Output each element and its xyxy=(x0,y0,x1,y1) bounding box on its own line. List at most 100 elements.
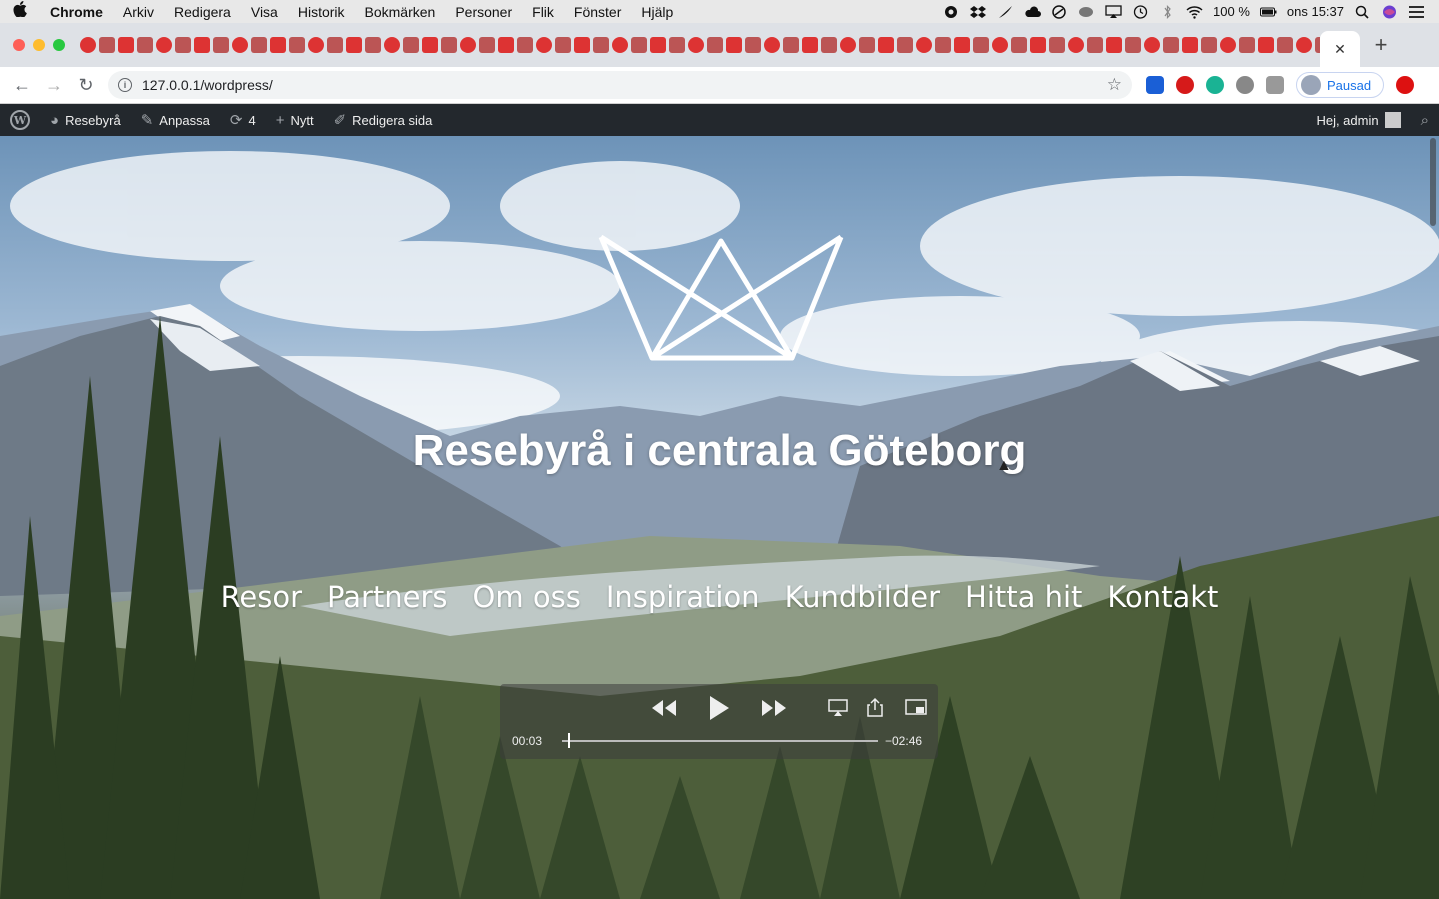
extension-upload-icon[interactable] xyxy=(1396,76,1415,94)
pinned-tab-favicon[interactable] xyxy=(1030,37,1046,53)
wp-customize[interactable]: ✎ Anpassa xyxy=(131,104,220,136)
pinned-tab-favicon[interactable] xyxy=(1106,37,1122,53)
battery-icon[interactable] xyxy=(1259,5,1277,19)
nav-hitta-hit[interactable]: Hitta hit xyxy=(965,580,1082,614)
pinned-tab-favicon[interactable] xyxy=(707,37,723,53)
menu-bokmarken[interactable]: Bokmärken xyxy=(355,4,446,20)
pinned-tab-favicon[interactable] xyxy=(479,37,495,53)
menu-flik[interactable]: Flik xyxy=(522,4,564,20)
airplay-icon[interactable] xyxy=(1105,4,1122,19)
pinned-tab-favicon[interactable] xyxy=(403,37,419,53)
window-minimize-button[interactable] xyxy=(33,39,45,51)
address-bar[interactable]: i 127.0.0.1/wordpress/ ☆ xyxy=(108,71,1132,99)
pinned-tab-favicon[interactable] xyxy=(859,37,875,53)
dropbox-icon[interactable] xyxy=(970,5,987,19)
record-icon[interactable] xyxy=(943,5,960,19)
play-icon[interactable] xyxy=(707,694,731,722)
fast-forward-icon[interactable] xyxy=(760,698,788,718)
window-maximize-button[interactable] xyxy=(53,39,65,51)
pinned-tab-favicon[interactable] xyxy=(1296,37,1312,53)
feather-icon[interactable] xyxy=(997,5,1014,19)
video-scrubber[interactable] xyxy=(562,740,878,742)
nav-partners[interactable]: Partners xyxy=(327,580,448,614)
pinned-tab-favicon[interactable] xyxy=(878,37,894,53)
bluetooth-icon[interactable] xyxy=(1159,4,1176,19)
pinned-tab-favicon[interactable] xyxy=(1087,37,1103,53)
window-close-button[interactable] xyxy=(13,39,25,51)
airplay-video-icon[interactable] xyxy=(828,699,848,717)
forward-arrow-icon[interactable]: → xyxy=(38,75,70,96)
pinned-tab-favicon[interactable] xyxy=(593,37,609,53)
page-scrollbar[interactable] xyxy=(1427,136,1439,899)
url-text[interactable]: 127.0.0.1/wordpress/ xyxy=(142,77,273,93)
pinned-tab-favicon[interactable] xyxy=(99,37,115,53)
scrollbar-thumb[interactable] xyxy=(1430,138,1436,226)
wp-new-content[interactable]: + Nytt xyxy=(266,104,324,136)
pinned-tab-favicon[interactable] xyxy=(574,37,590,53)
wifi-icon[interactable] xyxy=(1186,5,1203,19)
pinned-tab-favicon[interactable] xyxy=(1049,37,1065,53)
pinned-tab-favicon[interactable] xyxy=(194,37,210,53)
pinned-tab-favicon[interactable] xyxy=(270,37,286,53)
bookmark-star-icon[interactable]: ☆ xyxy=(1107,75,1122,95)
nav-kundbilder[interactable]: Kundbilder xyxy=(785,580,940,614)
pinned-tab-favicon[interactable] xyxy=(1163,37,1179,53)
nav-resor[interactable]: Resor xyxy=(221,580,302,614)
pinned-tab-favicon[interactable] xyxy=(232,37,248,53)
notification-center-icon[interactable] xyxy=(1408,5,1425,19)
pinned-tab-favicon[interactable] xyxy=(992,37,1008,53)
menu-historik[interactable]: Historik xyxy=(288,4,355,20)
pinned-tab-favicon[interactable] xyxy=(1011,37,1027,53)
menu-personer[interactable]: Personer xyxy=(445,4,522,20)
back-arrow-icon[interactable]: ← xyxy=(6,75,38,96)
pinned-tab-favicon[interactable] xyxy=(460,37,476,53)
video-scrubber-handle[interactable] xyxy=(568,733,571,748)
pinned-tab-favicon[interactable] xyxy=(213,37,229,53)
vpn-icon[interactable] xyxy=(1078,5,1095,19)
pinned-tab-favicon[interactable] xyxy=(916,37,932,53)
site-title[interactable]: Resebyrå i centrala Göteborg xyxy=(0,426,1439,476)
pinned-tab-favicon[interactable] xyxy=(650,37,666,53)
picture-in-picture-icon[interactable] xyxy=(905,699,927,717)
pinned-tab-favicon[interactable] xyxy=(137,37,153,53)
pinned-tab-favicon[interactable] xyxy=(498,37,514,53)
pinned-tab-favicon[interactable] xyxy=(764,37,780,53)
pinned-tab-favicon[interactable] xyxy=(1144,37,1160,53)
pinned-tab-favicon[interactable] xyxy=(517,37,533,53)
spotlight-search-icon[interactable] xyxy=(1354,5,1371,19)
menu-redigera[interactable]: Redigera xyxy=(164,4,241,20)
pinned-tab-favicon[interactable] xyxy=(1182,37,1198,53)
extension-bug-icon[interactable] xyxy=(1236,76,1254,94)
extension-camera-icon[interactable] xyxy=(1266,76,1284,94)
pinned-tab-favicon[interactable] xyxy=(346,37,362,53)
clock[interactable]: ons 15:37 xyxy=(1287,4,1344,19)
wp-updates[interactable]: ⟳ 4 xyxy=(220,104,266,136)
sync-circle-icon[interactable] xyxy=(1051,4,1068,19)
pinned-tab-favicon[interactable] xyxy=(821,37,837,53)
profile-button[interactable]: Pausad xyxy=(1296,72,1385,98)
nav-inspiration[interactable]: Inspiration xyxy=(606,580,760,614)
extension-euro-icon[interactable] xyxy=(1146,76,1164,94)
pinned-tab-favicon[interactable] xyxy=(289,37,305,53)
pinned-tab-favicon[interactable] xyxy=(1239,37,1255,53)
pinned-tab-favicon[interactable] xyxy=(1068,37,1084,53)
menu-arkiv[interactable]: Arkiv xyxy=(113,4,164,20)
pinned-tab-favicon[interactable] xyxy=(973,37,989,53)
wp-my-account[interactable]: Hej, admin xyxy=(1306,104,1410,136)
site-info-icon[interactable]: i xyxy=(118,78,132,92)
pinned-tab-favicon[interactable] xyxy=(954,37,970,53)
pinned-tab-favicon[interactable] xyxy=(783,37,799,53)
pinned-tab-favicon[interactable] xyxy=(384,37,400,53)
pinned-tab-favicon[interactable] xyxy=(80,37,96,53)
time-machine-icon[interactable] xyxy=(1132,4,1149,19)
pinned-tab-favicon[interactable] xyxy=(308,37,324,53)
menu-hjalp[interactable]: Hjälp xyxy=(631,4,683,20)
active-tab[interactable]: ✕ xyxy=(1320,31,1360,67)
pinned-tab-favicon[interactable] xyxy=(156,37,172,53)
pinned-tab-favicon[interactable] xyxy=(441,37,457,53)
pinned-tab-favicon[interactable] xyxy=(251,37,267,53)
pinned-tab-favicon[interactable] xyxy=(118,37,134,53)
pinned-tab-favicon[interactable] xyxy=(935,37,951,53)
extension-opera-icon[interactable] xyxy=(1176,76,1194,94)
pinned-tab-favicon[interactable] xyxy=(1258,37,1274,53)
